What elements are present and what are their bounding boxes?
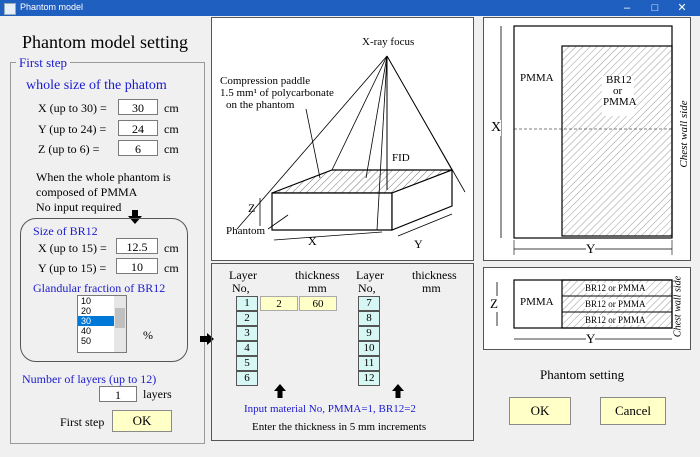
close-button[interactable]: ✕ [670,0,694,16]
glandular-label: Glandular fraction of BR12 [33,281,166,295]
y-unit: cm [164,122,179,136]
layer-1-material-input[interactable]: 2 [260,296,298,311]
br12-y-input[interactable]: 10 [116,258,158,274]
note-line-3: No input required [36,200,122,214]
first-step-label: First step [60,415,105,429]
layer-no-cell: 9 [358,326,380,341]
thickness-hint: Enter the thickness in 5 mm increments [252,421,427,433]
up-arrow-icon [392,384,404,398]
first-step-group-label: First step [16,55,71,71]
xray-focus-label: X-ray focus [362,36,415,48]
z-size-input[interactable]: 6 [118,140,158,156]
page-title: Phantom model setting [22,32,188,52]
layer-no-cell: 4 [236,341,258,356]
layer-no-cell: 3 [236,326,258,341]
percent-label: % [143,328,153,342]
app-icon [4,3,16,15]
br12-size-label: Size of BR12 [33,224,98,238]
layer-no-cell: 8 [358,311,380,326]
geometry-diagram [236,55,466,241]
geometry-diagram-panel: X-ray focus Compression paddle 1.5 mm¹ o… [211,17,474,261]
minimize-button[interactable]: – [615,0,639,16]
phantom-ok-button[interactable]: OK [509,397,571,425]
note-line-2: composed of PMMA [36,185,138,199]
window-title: Phantom model [20,2,84,12]
top-view-panel: PMMA BR12 or PMMA X Y Chest wall side [483,17,691,261]
phantom-setting-label: Phantom setting [540,367,625,382]
top-view-diagram [500,25,673,255]
layer-no-cell: 11 [358,356,380,371]
side-chest-wall-label: Chest wall side [672,275,684,338]
y-size-input[interactable]: 24 [118,120,158,136]
br12-y-label: Y (up to 15) = [38,261,107,275]
x-size-input[interactable]: 30 [118,99,158,115]
layer-1-thickness-input[interactable]: 60 [299,296,337,311]
scrollbar-thumb[interactable] [115,308,125,328]
layer-no-cell: 10 [358,341,380,356]
br12-y-unit: cm [164,261,179,275]
side-layer-label: BR12 or PMMA [585,315,646,325]
maximize-button[interactable]: □ [643,0,667,16]
top-pmma2-label: PMMA [603,96,637,108]
phantom-label: Phantom [226,225,266,237]
y-dim-label: Y [414,237,423,251]
y-size-label: Y (up to 24) = [38,122,107,136]
title-bar: Phantom model – □ ✕ [0,0,700,16]
top-x-dim-label: X [491,120,502,136]
phantom-cancel-button[interactable]: Cancel [600,397,666,425]
layers-count-input[interactable]: 1 [99,386,137,402]
paddle-label-1: Compression paddle [220,75,311,87]
layer-table-panel: Layer No, thickness mm Layer No, thickne… [211,263,474,441]
x-unit: cm [164,101,179,115]
z-dim-label: Z [248,201,256,215]
col-thickness-unit: mm [308,281,327,295]
material-hint: Input material No, PMMA=1, BR12=2 [244,403,416,415]
br12-x-label: X (up to 15) = [38,241,107,255]
whole-size-heading: whole size of the phatom [26,78,167,93]
layers-count-label: Number of layers (up to 12) [22,372,157,386]
side-pmma-label: PMMA [520,296,554,308]
listbox-scrollbar[interactable] [114,296,126,352]
br12-x-input[interactable]: 12.5 [116,238,158,254]
z-size-label: Z (up to 6) = [38,142,100,156]
side-view-panel: PMMA BR12 or PMMA BR12 or PMMA BR12 or P… [483,267,691,350]
first-step-ok-button[interactable]: OK [112,410,172,432]
layer-no-cell: 12 [358,371,380,386]
up-arrow-icon [274,384,286,398]
x-size-label: X (up to 30) = [38,101,107,115]
top-y-dim-label: Y [586,241,596,257]
paddle-label-2: 1.5 mm¹ of polycarbonate [220,87,334,99]
top-pmma-label: PMMA [520,72,554,84]
side-layer-label: BR12 or PMMA [585,299,646,309]
z-unit: cm [164,142,179,156]
fid-label: FID [392,152,410,164]
layers-unit: layers [143,387,172,401]
layer-no-cell: 6 [236,371,258,386]
note-line-1: When the whole phantom is [36,170,171,184]
x-dim-label: X [308,234,317,248]
layer-no-cell: 7 [358,296,380,311]
side-z-dim-label: Z [490,296,498,312]
layer-no-cell: 2 [236,311,258,326]
paddle-label-3: on the phantom [226,99,295,111]
layer-no-cell: 5 [236,356,258,371]
col-layer-no-header: No, [232,281,250,295]
side-y-dim-label: Y [586,331,596,347]
col-thickness2-unit: mm [422,281,441,295]
layer-no-cell: 1 [236,296,258,311]
side-layer-label: BR12 or PMMA [585,283,646,293]
br12-x-unit: cm [164,241,179,255]
col-layer2-no-header: No, [358,281,376,295]
top-chest-wall-label: Chest wall side [678,100,690,168]
glandular-listbox[interactable]: 10 20 30 40 50 [77,295,127,353]
